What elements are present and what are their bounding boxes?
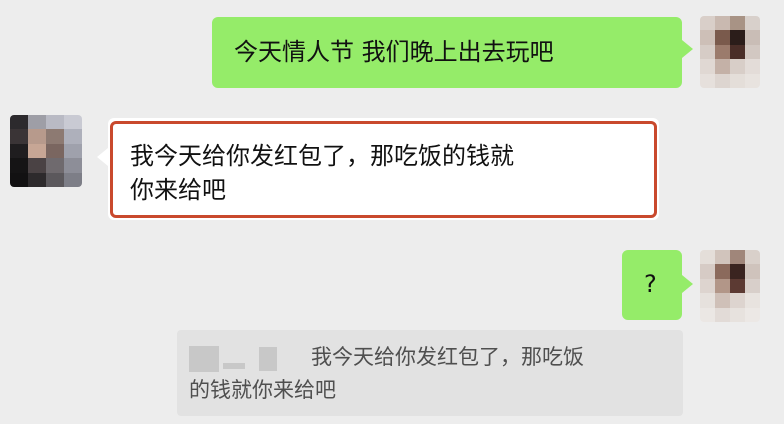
- message-text: 今天情人节 我们晚上出去玩吧: [234, 38, 554, 66]
- bubble-tail: [97, 148, 108, 166]
- self-avatar-icon[interactable]: [700, 16, 760, 88]
- message-bubble-self[interactable]: 今天情人节 我们晚上出去玩吧: [212, 17, 682, 88]
- self-avatar-icon[interactable]: [700, 250, 760, 322]
- quoted-text-line: 的钱就你来给吧: [189, 378, 336, 402]
- quoted-message[interactable]: 我今天给你发红包了，那吃饭 的钱就你来给吧: [177, 330, 683, 416]
- contact-avatar-icon[interactable]: [10, 115, 82, 187]
- message-text-line: 你来给吧: [130, 176, 226, 204]
- message-text: ?: [644, 270, 657, 298]
- bubble-tail: [682, 275, 693, 293]
- message-bubble-contact[interactable]: 我今天给你发红包了，那吃饭的钱就 你来给吧: [108, 118, 659, 220]
- message-bubble-self[interactable]: ?: [622, 250, 682, 320]
- message-text-line: 我今天给你发红包了，那吃饭的钱就: [130, 142, 514, 170]
- quoted-text-line: 我今天给你发红包了，那吃饭: [311, 345, 584, 369]
- quoted-sender-redacted: [189, 342, 277, 374]
- bubble-tail: [682, 40, 693, 58]
